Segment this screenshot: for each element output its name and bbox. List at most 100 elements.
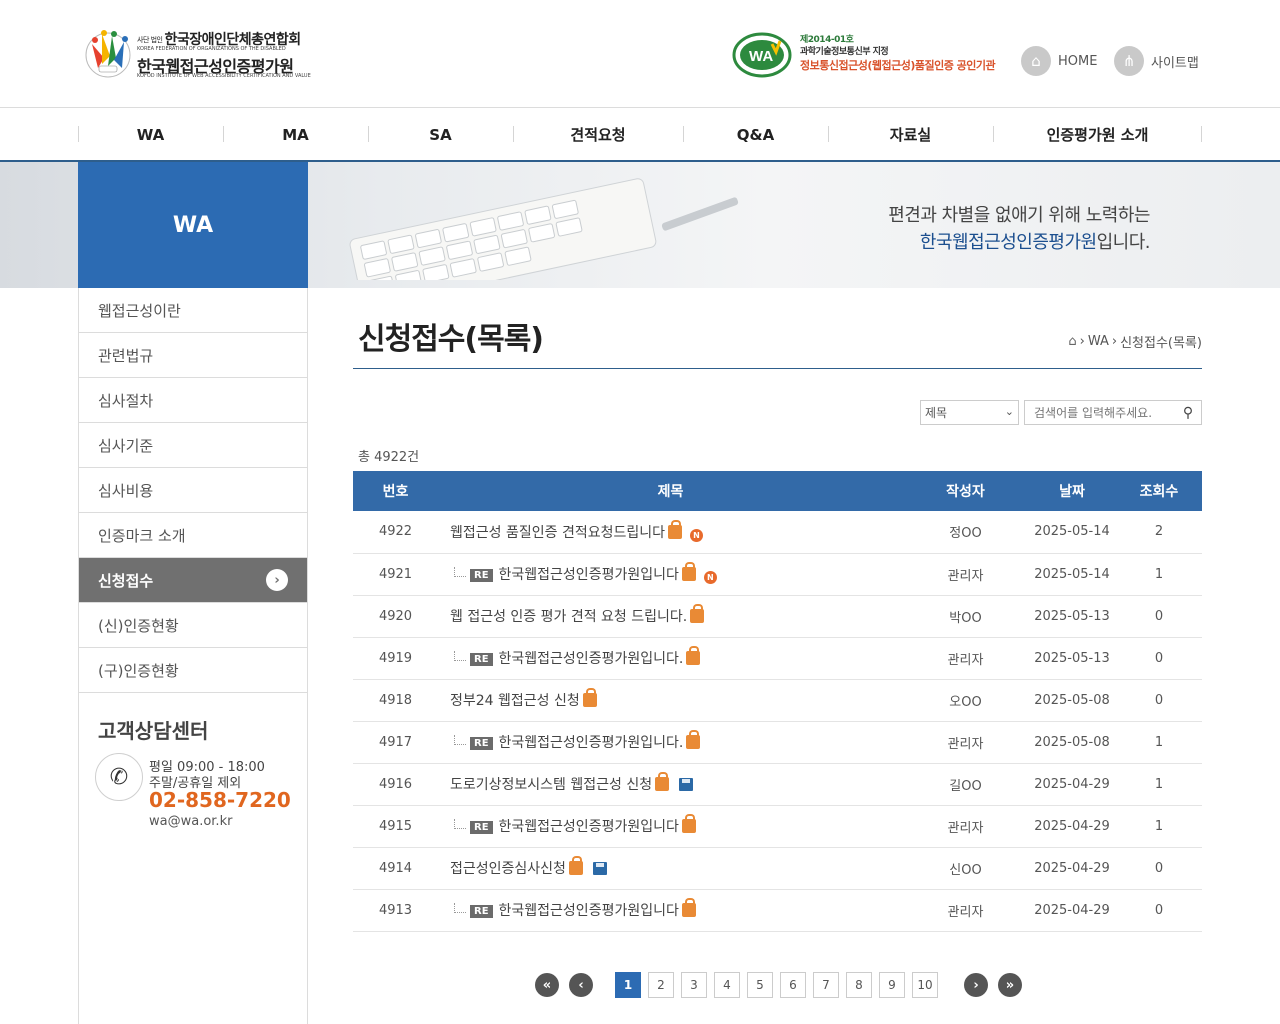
gnb-item-sa[interactable]: SA bbox=[368, 109, 513, 160]
lock-icon bbox=[568, 856, 583, 875]
page-number-button[interactable]: 1 bbox=[615, 972, 641, 998]
svg-text:WA: WA bbox=[749, 48, 773, 65]
page-number-button[interactable]: 8 bbox=[846, 972, 872, 998]
page-number-button[interactable]: 4 bbox=[714, 972, 740, 998]
new-post-icon: N bbox=[703, 571, 717, 584]
phone-number: 02-858-7220 bbox=[149, 788, 291, 812]
prev-page-button[interactable]: ‹ bbox=[569, 973, 593, 997]
sidebar-item-laws[interactable]: 관련법규 bbox=[79, 333, 307, 378]
gnb-item-wa[interactable]: WA bbox=[78, 109, 223, 160]
post-author: 관리자 bbox=[947, 652, 984, 668]
table-row[interactable]: 4918 정부24 웹접근성 신청 오OO 2025-05-08 0 bbox=[353, 679, 1202, 721]
page-title: 신청접수(목록) bbox=[358, 322, 544, 357]
reply-indent-icon bbox=[454, 819, 466, 829]
post-date: 2025-05-08 bbox=[1034, 734, 1110, 750]
table-header-row: 번호 제목 작성자 날짜 조회수 bbox=[353, 471, 1202, 511]
gnb-item-resources[interactable]: 자료실 bbox=[828, 109, 993, 160]
sitemap-link[interactable]: ⋔ 사이트맵 bbox=[1114, 45, 1199, 77]
sidebar-item-application[interactable]: 신청접수 › bbox=[79, 558, 307, 603]
sidebar-item-mark[interactable]: 인증마크 소개 bbox=[79, 513, 307, 558]
lock-icon bbox=[681, 814, 696, 833]
post-number: 4921 bbox=[378, 566, 413, 582]
gnb-item-ma[interactable]: MA bbox=[223, 109, 368, 160]
table-row[interactable]: 4915 RE 한국웹접근성인증평가원입니다 관리자 2025-04-29 1 bbox=[353, 805, 1202, 847]
post-views: 0 bbox=[1154, 650, 1164, 666]
pagination: « ‹ 1 2 3 4 5 6 7 8 9 10 › » bbox=[535, 972, 1022, 998]
breadcrumb-item[interactable]: WA bbox=[1088, 334, 1109, 349]
post-subject: 정부24 웹접근성 신청 bbox=[438, 679, 903, 721]
last-page-button[interactable]: » bbox=[998, 973, 1022, 997]
col-date: 날짜 bbox=[1059, 484, 1085, 500]
post-title-link[interactable]: 한국웹접근성인증평가원입니다 bbox=[499, 819, 679, 835]
table-row[interactable]: 4921 RE 한국웹접근성인증평가원입니다 N 관리자 2025-05-14 1 bbox=[353, 553, 1202, 595]
gnb-item-quote[interactable]: 견적요청 bbox=[513, 109, 683, 160]
table-row[interactable]: 4919 RE 한국웹접근성인증평가원입니다. 관리자 2025-05-13 0 bbox=[353, 637, 1202, 679]
search-input[interactable] bbox=[1024, 400, 1202, 425]
post-views: 1 bbox=[1154, 776, 1164, 792]
breadcrumb: ⌂ › WA › 신청접수(목록) bbox=[1068, 334, 1202, 351]
sidebar-item-what-is-wa[interactable]: 웹접근성이란 bbox=[79, 288, 307, 333]
page-number-button[interactable]: 7 bbox=[813, 972, 839, 998]
reply-indent-icon bbox=[454, 903, 466, 913]
page-number-button[interactable]: 10 bbox=[912, 972, 938, 998]
table-row[interactable]: 4917 RE 한국웹접근성인증평가원입니다. 관리자 2025-05-08 1 bbox=[353, 721, 1202, 763]
post-views: 1 bbox=[1154, 734, 1164, 750]
post-title-link[interactable]: 한국웹접근성인증평가원입니다. bbox=[499, 735, 684, 751]
sidebar-item-new-status[interactable]: (신)인증현황 bbox=[79, 603, 307, 648]
lock-icon bbox=[582, 688, 597, 707]
sidebar-item-old-status[interactable]: (구)인증현황 bbox=[79, 648, 307, 693]
table-row[interactable]: 4914 접근성인증심사신청 신OO 2025-04-29 0 bbox=[353, 847, 1202, 889]
post-title-link[interactable]: 정부24 웹접근성 신청 bbox=[450, 693, 580, 709]
post-title-link[interactable]: 접근성인증심사신청 bbox=[450, 861, 566, 877]
post-subject: 웹 접근성 인증 평가 견적 요청 드립니다. bbox=[438, 595, 903, 637]
post-title-link[interactable]: 도로기상정보시스템 웹접근성 신청 bbox=[450, 777, 652, 793]
chevron-down-icon: ⌄ bbox=[1004, 405, 1014, 418]
home-icon: ⌂ bbox=[1021, 46, 1051, 76]
org1-english: KOREA FEDERATION OF ORGANIZATIONS OF THE… bbox=[137, 46, 286, 52]
gnb-item-about[interactable]: 인증평가원 소개 bbox=[993, 109, 1202, 160]
post-title-link[interactable]: 한국웹접근성인증평가원입니다 bbox=[499, 567, 679, 583]
search-icon[interactable]: ⚲ bbox=[1179, 404, 1197, 422]
sidebar-item-procedure[interactable]: 심사절차 bbox=[79, 378, 307, 423]
home-link[interactable]: ⌂ HOME bbox=[1021, 45, 1097, 77]
post-author: 관리자 bbox=[947, 568, 984, 584]
page-number-button[interactable]: 5 bbox=[747, 972, 773, 998]
table-row[interactable]: 4916 도로기상정보시스템 웹접근성 신청 길OO 2025-04-29 1 bbox=[353, 763, 1202, 805]
table-row[interactable]: 4920 웹 접근성 인증 평가 견적 요청 드립니다. 박OO 2025-05-13… bbox=[353, 595, 1202, 637]
sidebar-item-criteria[interactable]: 심사기준 bbox=[79, 423, 307, 468]
page-number-button[interactable]: 2 bbox=[648, 972, 674, 998]
lock-icon bbox=[655, 772, 670, 791]
banner-copy-tail: 입니다. bbox=[1096, 232, 1151, 253]
reply-indent-icon bbox=[454, 567, 466, 577]
lock-icon bbox=[686, 730, 701, 749]
post-subject: RE 한국웹접근성인증평가원입니다. bbox=[438, 637, 903, 679]
site-logo[interactable]: 사단 법인 한국장애인단체총연합회 KOREA FEDERATION OF ORG… bbox=[82, 28, 311, 82]
search-field-select[interactable]: 제목 ⌄ bbox=[920, 400, 1019, 425]
post-title-link[interactable]: 한국웹접근성인증평가원입니다 bbox=[499, 903, 679, 919]
title-divider bbox=[353, 368, 1202, 369]
post-date: 2025-05-08 bbox=[1034, 692, 1110, 708]
col-title: 제목 bbox=[657, 484, 684, 500]
post-title-link[interactable]: 한국웹접근성인증평가원입니다. bbox=[499, 651, 684, 667]
page-number-button[interactable]: 6 bbox=[780, 972, 806, 998]
post-date: 2025-05-14 bbox=[1034, 566, 1110, 582]
post-number: 4918 bbox=[378, 692, 413, 708]
page-number-button[interactable]: 9 bbox=[879, 972, 905, 998]
gnb-item-qna[interactable]: Q&A bbox=[683, 109, 828, 160]
post-title-link[interactable]: 웹접근성 품질인증 견적요청드립니다 bbox=[450, 525, 665, 541]
sidebar-item-cost[interactable]: 심사비용 bbox=[79, 468, 307, 513]
table-row[interactable]: 4913 RE 한국웹접근성인증평가원입니다 관리자 2025-04-29 0 bbox=[353, 889, 1202, 931]
new-post-icon: N bbox=[689, 528, 703, 542]
page-number-button[interactable]: 3 bbox=[681, 972, 707, 998]
sidebar-menu: 웹접근성이란 관련법규 심사절차 심사기준 심사비용 인증마크 소개 신청접수 ›… bbox=[79, 288, 307, 693]
post-views: 1 bbox=[1154, 566, 1164, 582]
post-title-link[interactable]: 웹 접근성 인증 평가 견적 요청 드립니다. bbox=[450, 609, 687, 625]
first-page-button[interactable]: « bbox=[535, 973, 559, 997]
post-subject: RE 한국웹접근성인증평가원입니다 bbox=[438, 889, 903, 931]
post-author: 정OO bbox=[949, 526, 982, 542]
home-icon[interactable]: ⌂ bbox=[1068, 334, 1076, 349]
next-page-button[interactable]: › bbox=[964, 973, 988, 997]
post-author: 관리자 bbox=[947, 820, 984, 836]
table-row[interactable]: 4922 웹접근성 품질인증 견적요청드립니다 N 정OO 2025-05-14 2 bbox=[353, 511, 1202, 553]
reply-indent-icon bbox=[454, 735, 466, 745]
